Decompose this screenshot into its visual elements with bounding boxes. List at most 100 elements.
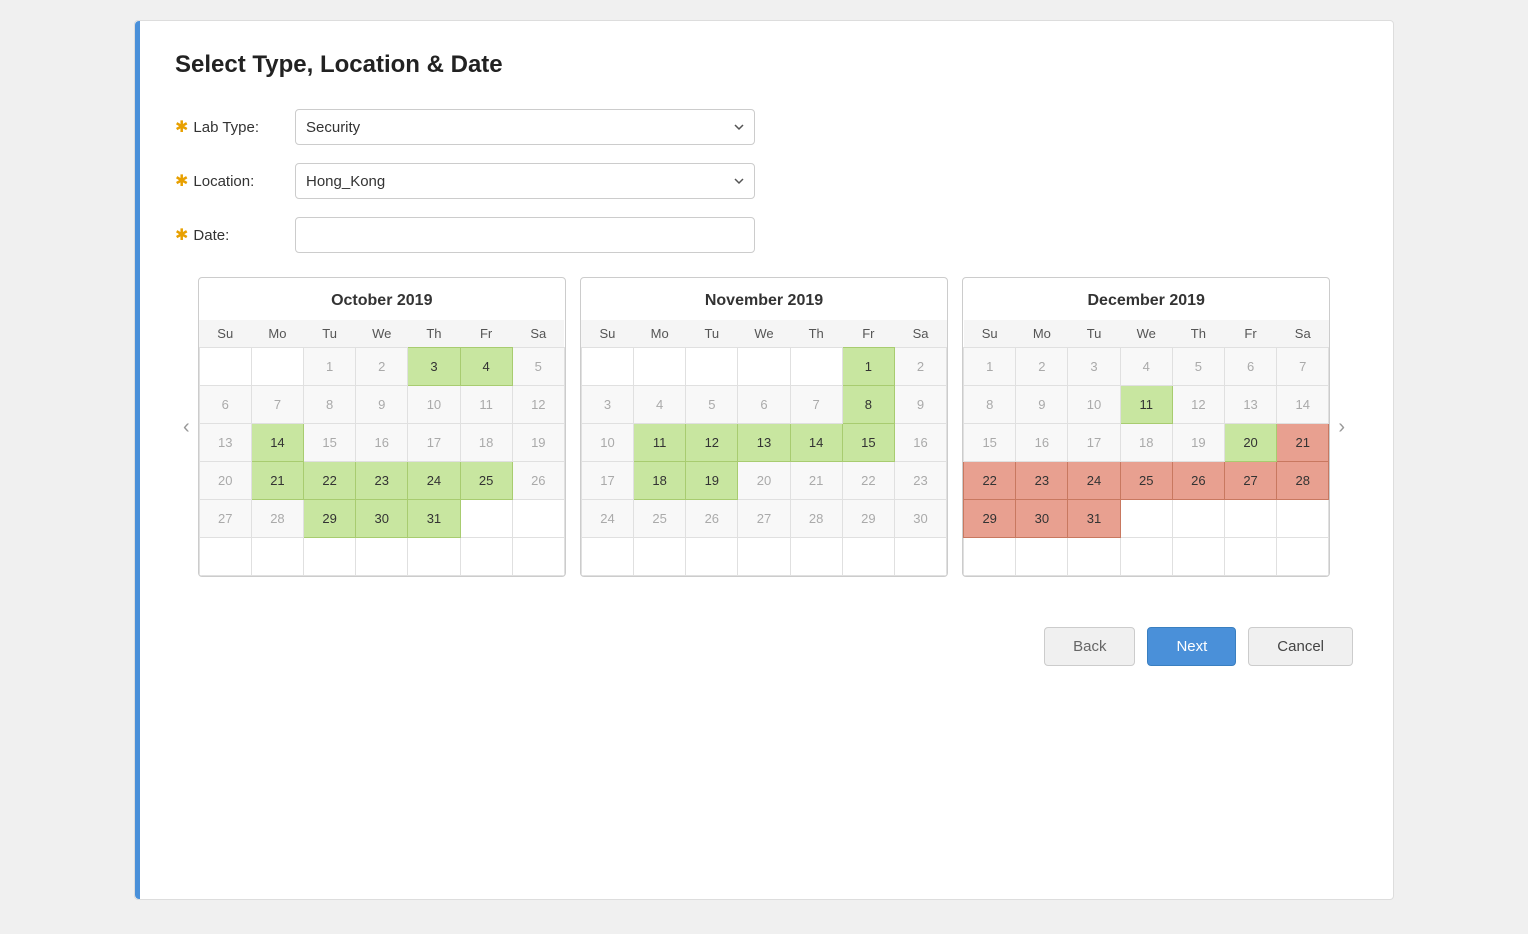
table-cell[interactable]: 25 [634,500,686,538]
table-cell[interactable] [634,348,686,386]
table-cell[interactable]: 23 [356,462,408,500]
table-cell[interactable]: 10 [408,386,460,424]
table-cell[interactable]: 9 [356,386,408,424]
table-cell[interactable]: 1 [964,348,1016,386]
table-cell[interactable]: 15 [304,424,356,462]
table-cell[interactable] [581,348,633,386]
table-cell[interactable]: 14 [251,424,303,462]
table-cell[interactable]: 14 [790,424,842,462]
table-cell[interactable]: 12 [686,424,738,462]
table-cell[interactable]: 24 [1068,462,1120,500]
table-cell[interactable]: 17 [581,462,633,500]
table-cell[interactable]: 31 [1068,500,1120,538]
table-cell[interactable]: 13 [199,424,251,462]
table-cell[interactable]: 3 [581,386,633,424]
table-cell[interactable]: 14 [1277,386,1329,424]
table-cell[interactable]: 29 [842,500,894,538]
table-cell[interactable]: 5 [1172,348,1224,386]
table-cell[interactable]: 19 [1172,424,1224,462]
table-cell[interactable]: 28 [251,500,303,538]
table-cell[interactable]: 9 [1016,386,1068,424]
table-cell[interactable]: 21 [790,462,842,500]
table-cell[interactable]: 2 [894,348,946,386]
table-cell[interactable]: 13 [1224,386,1276,424]
table-cell[interactable]: 28 [1277,462,1329,500]
table-cell[interactable]: 5 [686,386,738,424]
table-cell[interactable]: 28 [790,500,842,538]
table-cell[interactable]: 8 [842,386,894,424]
lab-type-select[interactable]: Security Network Development Cloud [295,109,755,145]
location-select[interactable]: Hong_Kong Singapore Tokyo London [295,163,755,199]
table-cell[interactable]: 24 [581,500,633,538]
table-cell[interactable]: 31 [408,500,460,538]
table-cell[interactable]: 20 [199,462,251,500]
table-cell[interactable]: 29 [304,500,356,538]
table-cell[interactable]: 30 [1016,500,1068,538]
table-cell[interactable]: 5 [512,348,564,386]
table-cell[interactable]: 2 [356,348,408,386]
table-cell[interactable]: 22 [842,462,894,500]
table-cell[interactable]: 16 [1016,424,1068,462]
table-cell[interactable]: 1 [304,348,356,386]
table-cell[interactable]: 7 [1277,348,1329,386]
table-cell[interactable]: 11 [634,424,686,462]
table-cell[interactable]: 24 [408,462,460,500]
table-cell[interactable]: 26 [686,500,738,538]
table-cell[interactable]: 20 [738,462,790,500]
table-cell[interactable]: 23 [1016,462,1068,500]
table-cell[interactable]: 17 [408,424,460,462]
table-cell[interactable]: 22 [964,462,1016,500]
table-cell[interactable] [790,348,842,386]
table-cell[interactable]: 16 [894,424,946,462]
table-cell[interactable]: 12 [512,386,564,424]
table-cell[interactable]: 27 [199,500,251,538]
prev-arrow[interactable]: ‹ [175,416,198,439]
table-cell[interactable] [738,348,790,386]
table-cell[interactable]: 26 [1172,462,1224,500]
table-cell[interactable]: 26 [512,462,564,500]
table-cell[interactable]: 29 [964,500,1016,538]
table-cell[interactable]: 9 [894,386,946,424]
table-cell[interactable]: 8 [304,386,356,424]
table-cell[interactable]: 16 [356,424,408,462]
table-cell[interactable]: 11 [1120,386,1172,424]
table-cell[interactable]: 25 [1120,462,1172,500]
table-cell[interactable]: 3 [408,348,460,386]
table-cell[interactable]: 3 [1068,348,1120,386]
table-cell[interactable]: 6 [1224,348,1276,386]
table-cell[interactable]: 6 [199,386,251,424]
table-cell[interactable]: 19 [686,462,738,500]
table-cell[interactable]: 17 [1068,424,1120,462]
table-cell[interactable]: 6 [738,386,790,424]
table-cell[interactable]: 4 [634,386,686,424]
table-cell[interactable]: 2 [1016,348,1068,386]
next-button[interactable]: Next [1147,627,1236,666]
table-cell[interactable]: 18 [634,462,686,500]
table-cell[interactable]: 7 [251,386,303,424]
table-cell[interactable]: 7 [790,386,842,424]
table-cell[interactable]: 20 [1224,424,1276,462]
table-cell[interactable]: 15 [964,424,1016,462]
table-cell[interactable] [460,500,512,538]
table-cell[interactable] [512,500,564,538]
table-cell[interactable]: 11 [460,386,512,424]
table-cell[interactable]: 25 [460,462,512,500]
table-cell[interactable]: 30 [894,500,946,538]
table-cell[interactable]: 13 [738,424,790,462]
table-cell[interactable]: 1 [842,348,894,386]
next-arrow[interactable]: › [1330,416,1353,439]
table-cell[interactable]: 23 [894,462,946,500]
table-cell[interactable]: 22 [304,462,356,500]
table-cell[interactable] [251,348,303,386]
table-cell[interactable]: 10 [581,424,633,462]
table-cell[interactable]: 8 [964,386,1016,424]
date-input[interactable] [295,217,755,253]
table-cell[interactable]: 18 [1120,424,1172,462]
table-cell[interactable]: 10 [1068,386,1120,424]
back-button[interactable]: Back [1044,627,1135,666]
table-cell[interactable]: 4 [460,348,512,386]
table-cell[interactable]: 15 [842,424,894,462]
table-cell[interactable] [199,348,251,386]
table-cell[interactable]: 27 [1224,462,1276,500]
table-cell[interactable]: 21 [251,462,303,500]
